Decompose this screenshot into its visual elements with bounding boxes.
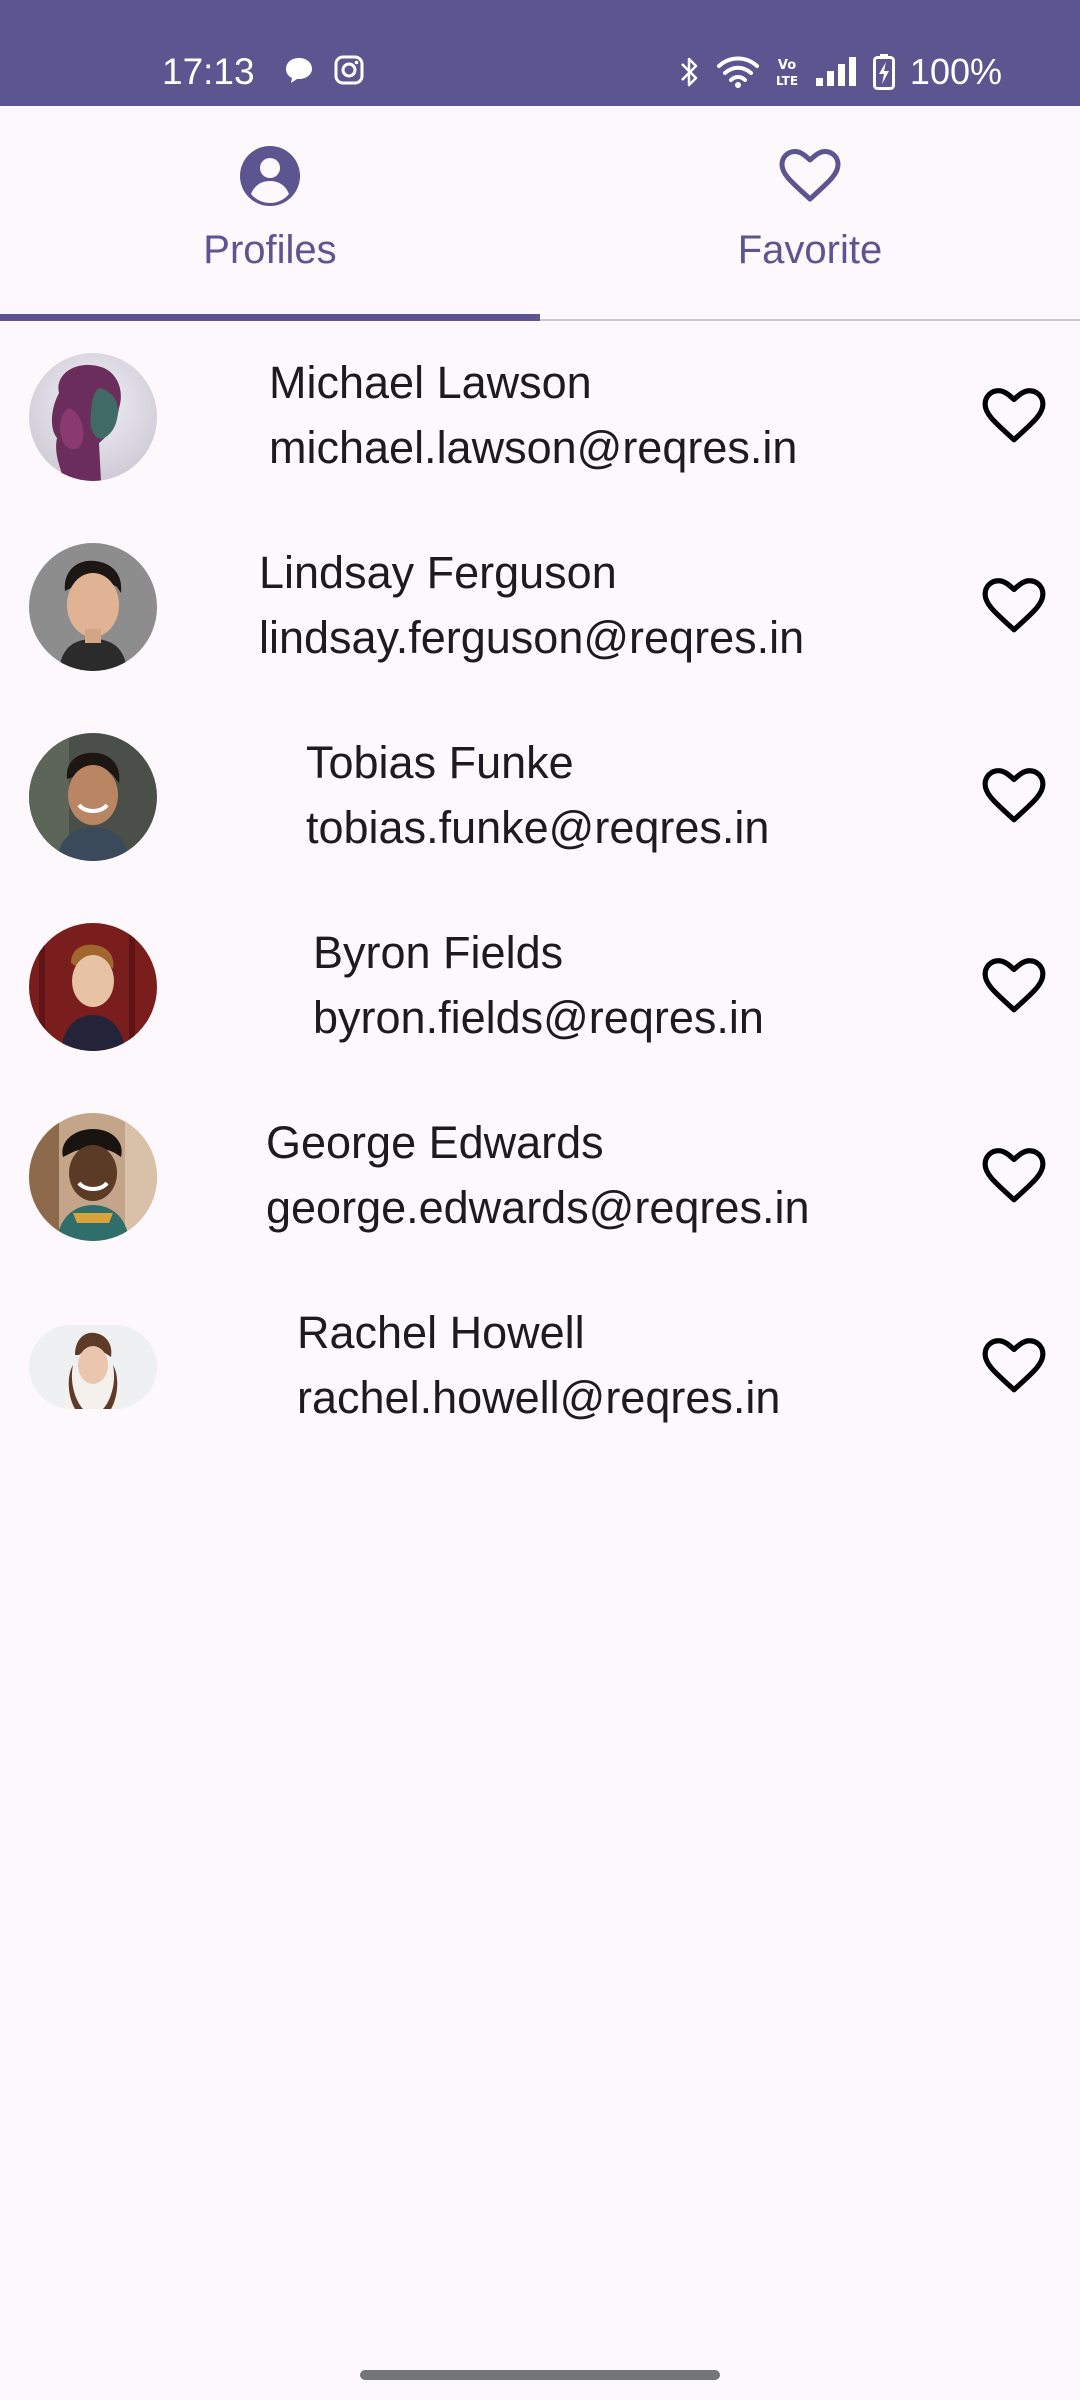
tab-profiles[interactable]: Profiles — [0, 106, 540, 321]
profile-name: Tobias Funke — [306, 737, 574, 788]
status-time: 17:13 — [162, 51, 255, 92]
signal-icon — [815, 57, 856, 86]
battery-percentage: 100% — [909, 51, 1002, 92]
profile-name: Lindsay Ferguson — [259, 547, 617, 598]
status-bar: 17:13 Vo LTE 100% — [0, 0, 1080, 106]
favorite-heart-icon[interactable] — [981, 1143, 1047, 1209]
tab-favorite-label: Favorite — [737, 228, 883, 272]
profile-email: michael.lawson@reqres.in — [269, 422, 798, 473]
profile-email: byron.fields@reqres.in — [313, 992, 764, 1043]
list-item[interactable]: Byron Fields byron.fields@reqres.in — [0, 891, 1080, 1081]
bluetooth-icon — [681, 57, 698, 87]
volte-icon: Vo LTE — [776, 58, 798, 88]
tab-bar: Profiles Favorite — [0, 106, 1080, 321]
profile-email: rachel.howell@reqres.in — [297, 1372, 781, 1423]
list-item[interactable]: Tobias Funke tobias.funke@reqres.in — [0, 701, 1080, 891]
favorite-heart-icon[interactable] — [981, 573, 1047, 639]
instagram-icon — [334, 55, 364, 85]
avatar — [29, 733, 157, 861]
favorite-heart-icon[interactable] — [981, 953, 1047, 1019]
avatar — [29, 923, 157, 1051]
avatar — [29, 543, 157, 671]
heart-outline-icon — [779, 149, 841, 202]
svg-text:LTE: LTE — [776, 74, 798, 88]
profile-name: Michael Lawson — [269, 357, 592, 408]
profile-email: lindsay.ferguson@reqres.in — [259, 612, 805, 663]
favorite-heart-icon[interactable] — [981, 383, 1047, 449]
profile-name: George Edwards — [266, 1117, 604, 1168]
list-item[interactable]: Rachel Howell rachel.howell@reqres.in — [0, 1271, 1080, 1461]
tab-favorite[interactable]: Favorite — [540, 106, 1080, 321]
wifi-icon — [716, 56, 759, 88]
avatar — [29, 1325, 157, 1409]
tab-selected-indicator — [0, 314, 540, 321]
avatar — [29, 1113, 157, 1241]
account-circle-icon — [240, 146, 300, 206]
profile-name: Rachel Howell — [297, 1307, 585, 1358]
svg-text:Vo: Vo — [778, 58, 796, 73]
status-notification-icons — [283, 54, 365, 86]
list-item[interactable]: Michael Lawson michael.lawson@reqres.in — [0, 321, 1080, 511]
list-item[interactable]: Lindsay Ferguson lindsay.ferguson@reqres… — [0, 511, 1080, 701]
tab-profiles-label: Profiles — [203, 228, 337, 272]
profile-email: tobias.funke@reqres.in — [306, 802, 770, 853]
status-system-icons: Vo LTE 100% — [678, 50, 1002, 94]
chat-bubble-icon — [286, 58, 312, 83]
profile-name: Byron Fields — [313, 927, 564, 978]
list-item[interactable]: George Edwards george.edwards@reqres.in — [0, 1081, 1080, 1271]
profile-email: george.edwards@reqres.in — [266, 1182, 810, 1233]
favorite-heart-icon[interactable] — [981, 763, 1047, 829]
favorite-heart-icon[interactable] — [981, 1333, 1047, 1399]
battery-charging-icon — [872, 54, 895, 90]
avatar — [29, 353, 157, 481]
home-indicator[interactable] — [360, 2370, 720, 2380]
